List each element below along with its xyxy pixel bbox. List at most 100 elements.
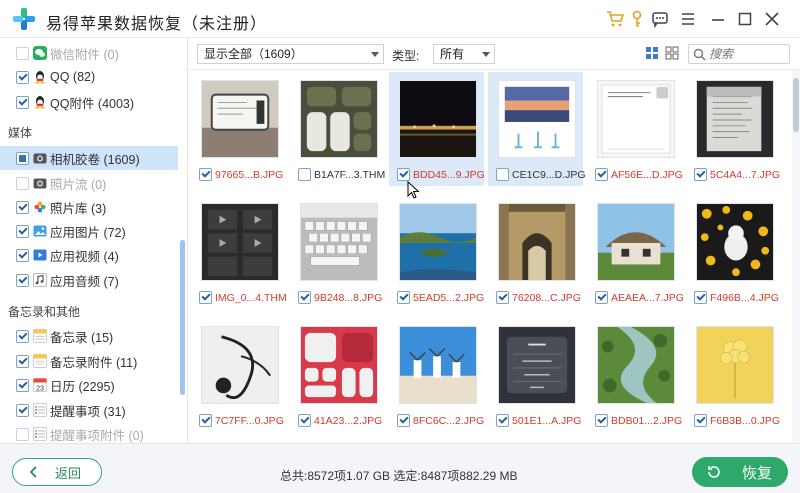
sidebar-item[interactable]: 微信附件 (0) [0,41,178,65]
filter-select[interactable]: 显示全部（1609） [197,44,384,64]
grid-scrollbar[interactable] [792,70,800,443]
menu-icon[interactable] [678,9,698,29]
sidebar-item-checkbox[interactable] [16,224,29,238]
file-thumbnail[interactable] [597,80,675,158]
file-tile[interactable]: BDD45...9.JPG [389,72,485,186]
file-checkbox[interactable] [199,291,212,304]
file-thumbnail[interactable] [201,203,279,281]
file-thumbnail[interactable] [696,203,774,281]
file-thumbnail[interactable] [597,326,675,404]
file-checkbox[interactable] [397,414,410,427]
file-thumbnail[interactable] [399,326,477,404]
file-checkbox[interactable] [298,291,311,304]
file-checkbox[interactable] [298,414,311,427]
file-thumbnail[interactable] [399,80,477,158]
recover-button[interactable]: 恢复 [692,457,788,487]
file-tile[interactable]: 7C7FF...0.JPG [191,318,286,432]
file-checkbox[interactable] [595,168,608,181]
grid-view-icon[interactable] [644,45,660,61]
file-tile[interactable]: 76208...C.JPG [488,195,583,309]
file-thumbnail[interactable] [696,80,774,158]
file-thumbnail[interactable] [498,80,576,158]
type-select[interactable]: 所有 [433,44,495,64]
file-tile[interactable]: IMG_0...4.THM [191,195,287,309]
file-tile[interactable]: 9B248...8.JPG [290,195,385,309]
file-tile[interactable]: 8FC6C...2.JPG [389,318,484,432]
search-input[interactable] [709,46,787,62]
sidebar-item[interactable]: 照片库 (3) [0,195,178,219]
file-checkbox[interactable] [595,414,608,427]
sidebar-item[interactable]: QQ (82) [0,65,178,89]
list-view-icon[interactable] [664,45,680,61]
file-tile[interactable]: 5C4A4...7.JPG [686,72,781,186]
sidebar-item[interactable]: 备忘录 (15) [0,324,178,348]
sidebar-item[interactable]: 提醒事项 (31) [0,398,178,422]
file-checkbox[interactable] [694,291,707,304]
file-thumbnail[interactable] [201,80,279,158]
file-checkbox[interactable] [496,291,509,304]
file-checkbox[interactable] [496,168,509,181]
file-thumbnail[interactable] [498,326,576,404]
sidebar-item-checkbox[interactable] [16,403,29,417]
sidebar-item-checkbox[interactable] [16,329,29,343]
file-checkbox[interactable] [397,168,410,181]
sidebar-item[interactable]: QQ附件 (4003) [0,90,178,114]
file-tile[interactable]: B1A7F...3.THM [290,72,385,186]
sidebar-item[interactable]: 应用音频 (7) [0,268,178,292]
sidebar-item-checkbox[interactable] [16,427,29,441]
sidebar-item-checkbox[interactable] [16,95,29,109]
sidebar-item-checkbox[interactable] [16,248,29,262]
sidebar-item-checkbox[interactable] [16,151,29,165]
file-tile[interactable]: F6B3B...0.JPG [686,318,781,432]
key-icon[interactable] [627,9,647,29]
file-thumbnail[interactable] [300,326,378,404]
file-tile[interactable]: 97665...B.JPG [191,72,286,186]
minimize-icon[interactable] [708,9,728,29]
sidebar-item-checkbox[interactable] [16,273,29,287]
sidebar-item[interactable]: 23 日历 (2295) [0,373,178,397]
sidebar-item[interactable]: 应用视频 (4) [0,243,178,267]
file-thumbnail[interactable] [201,326,279,404]
close-icon[interactable] [762,9,782,29]
sidebar-item-checkbox[interactable] [16,176,29,190]
sidebar-item-checkbox[interactable] [16,378,29,392]
sidebar-item[interactable]: 照片流 (0) [0,171,178,195]
file-checkbox[interactable] [496,414,509,427]
file-thumbnail[interactable] [300,203,378,281]
sidebar-item[interactable]: 提醒事项附件 (0) [0,422,178,443]
file-thumbnail[interactable] [597,203,675,281]
file-checkbox[interactable] [694,414,707,427]
file-thumbnail[interactable] [399,203,477,281]
file-thumbnail[interactable] [300,80,378,158]
file-checkbox[interactable] [397,291,410,304]
sidebar-item-checkbox[interactable] [16,354,29,368]
file-tile[interactable]: BDB01...2.JPG [587,318,682,432]
file-tile[interactable]: CE1C9...D.JPG [488,72,586,186]
file-checkbox[interactable] [694,168,707,181]
sidebar-item[interactable]: 相机胶卷 (1609) [0,146,178,170]
file-checkbox[interactable] [298,168,311,181]
file-tile[interactable]: F496B...4.JPG [686,195,781,309]
grid-scrollbar-thumb[interactable] [793,78,799,132]
sidebar-item-checkbox[interactable] [16,200,29,214]
file-thumbnail[interactable] [696,326,774,404]
file-thumbnail[interactable] [498,203,576,281]
file-tile[interactable]: AF56E...D.JPG [587,72,683,186]
sidebar-scrollbar[interactable] [180,240,185,395]
sidebar-item-checkbox[interactable] [16,46,29,60]
file-tile[interactable]: 5EAD5...2.JPG [389,195,484,309]
file-tile[interactable]: 41A23...2.JPG [290,318,385,432]
file-tile[interactable]: AEAEA...7.JPG [587,195,684,309]
cart-icon[interactable] [605,9,625,29]
feedback-icon[interactable] [650,9,670,29]
maximize-icon[interactable] [735,9,755,29]
sidebar-item-checkbox[interactable] [16,70,29,84]
sidebar-item[interactable]: 应用图片 (72) [0,219,178,243]
sidebar-item[interactable]: 备忘录附件 (11) [0,349,178,373]
file-checkbox[interactable] [199,414,212,427]
file-checkbox[interactable] [595,291,608,304]
file-tile[interactable]: 501E1...A.JPG [488,318,583,432]
file-checkbox[interactable] [199,168,212,181]
search-box[interactable] [688,44,790,64]
back-button[interactable]: 返回 [12,458,102,486]
